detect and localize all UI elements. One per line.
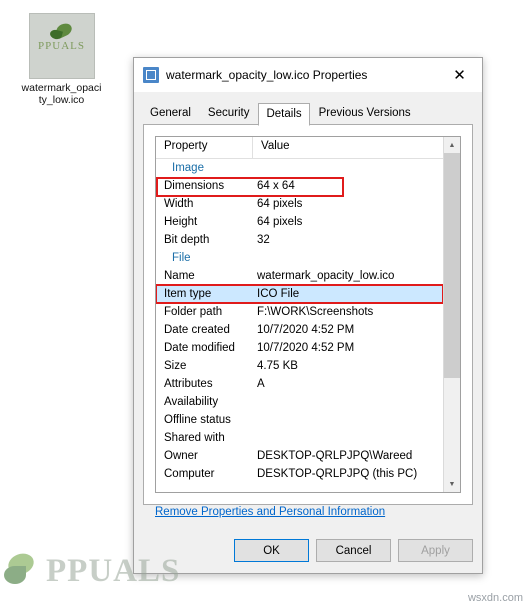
scrollbar-thumb[interactable] (444, 153, 460, 378)
property-value (253, 393, 443, 411)
file-properties-icon (143, 67, 159, 83)
property-name: Date created (164, 324, 230, 336)
properties-list-body: Property Value Image Dimensions 64 x 64 … (156, 137, 443, 492)
chevron-up-icon[interactable]: ▲ (444, 137, 460, 153)
table-row[interactable]: Dimensions 64 x 64 (156, 177, 443, 197)
table-row[interactable]: Date created 10/7/2020 4:52 PM (156, 321, 443, 339)
table-row[interactable]: Shared with (156, 429, 443, 447)
property-value: 64 pixels (257, 216, 303, 228)
table-row[interactable]: Computer DESKTOP-QRLPJPQ (this PC) (156, 465, 443, 483)
property-name: Attributes (164, 378, 213, 390)
property-value: 32 (257, 234, 270, 246)
watermark-brand-text: PPUALS (46, 552, 181, 589)
tab-previous-versions[interactable]: Previous Versions (311, 102, 419, 125)
table-row[interactable]: Height 64 pixels (156, 213, 443, 231)
property-value: DESKTOP-QRLPJPQ (this PC) (257, 468, 418, 480)
property-value (253, 429, 443, 447)
tab-general[interactable]: General (142, 102, 199, 125)
table-row[interactable]: Attributes A (156, 375, 443, 393)
table-row[interactable]: Owner DESKTOP-QRLPJPQ\Wareed (156, 447, 443, 465)
dialog-buttons: OK Cancel Apply (234, 539, 473, 562)
property-name: Owner (164, 450, 198, 462)
property-value: DESKTOP-QRLPJPQ\Wareed (257, 450, 413, 462)
property-value: 64 x 64 (257, 180, 295, 192)
dialog-title: watermark_opacity_low.ico Properties (166, 68, 368, 82)
table-row[interactable]: Folder path F:\WORK\Screenshots (156, 303, 443, 321)
tab-page-details: Property Value Image Dimensions 64 x 64 … (143, 124, 473, 505)
property-name: Height (164, 216, 198, 228)
column-header-property[interactable]: Property (156, 137, 253, 158)
table-row[interactable]: Availability (156, 393, 443, 411)
property-name: Dimensions (164, 180, 225, 192)
table-row[interactable]: Date modified 10/7/2020 4:52 PM (156, 339, 443, 357)
property-value: F:\WORK\Screenshots (257, 306, 374, 318)
desktop-icon-label: watermark_opaci ty_low.ico (21, 82, 102, 106)
apply-button: Apply (398, 539, 473, 562)
property-value: A (257, 378, 265, 390)
ok-button[interactable]: OK (234, 539, 309, 562)
property-value: 10/7/2020 4:52 PM (257, 324, 355, 336)
table-row[interactable]: Name watermark_opacity_low.ico (156, 267, 443, 285)
property-value: ICO File (257, 288, 300, 300)
cancel-button[interactable]: Cancel (316, 539, 391, 562)
property-name: Size (164, 360, 187, 372)
appuals-logo-icon (0, 548, 46, 594)
property-value: 64 pixels (257, 198, 303, 210)
group-header-file: File (172, 252, 191, 264)
property-value: watermark_opacity_low.ico (257, 270, 395, 282)
property-name: Computer (164, 468, 215, 480)
remove-properties-link[interactable]: Remove Properties and Personal Informati… (155, 506, 385, 518)
property-name: Bit depth (164, 234, 210, 246)
property-value: 10/7/2020 4:52 PM (257, 342, 355, 354)
group-header-image: Image (172, 162, 204, 174)
property-value: 4.75 KB (257, 360, 298, 372)
list-scrollbar[interactable]: ▲ ▼ (443, 137, 460, 492)
property-name: Width (164, 198, 194, 210)
property-name: Date modified (164, 342, 235, 354)
desktop-icon[interactable]: PPUALS watermark_opaci ty_low.ico (9, 13, 114, 106)
properties-dialog: watermark_opacity_low.ico Properties ✕ G… (133, 57, 483, 574)
close-icon[interactable]: ✕ (437, 59, 482, 92)
property-name: Shared with (164, 432, 225, 444)
tab-strip: General Security Details Previous Versio… (134, 102, 482, 126)
table-row[interactable]: Offline status (156, 411, 443, 429)
appuals-wordmark: PPUALS (38, 40, 85, 52)
column-header-value[interactable]: Value (253, 137, 443, 158)
watermark-appuals: PPUALS (0, 548, 180, 594)
table-row-selected[interactable]: Item type ICO File (156, 284, 443, 304)
property-name: Item type (164, 288, 212, 300)
tab-details[interactable]: Details (258, 103, 310, 126)
watermark-site: wsxdn.com (467, 592, 523, 604)
dialog-titlebar[interactable]: watermark_opacity_low.ico Properties ✕ (134, 58, 482, 93)
chevron-down-icon[interactable]: ▼ (444, 476, 460, 492)
properties-list: Property Value Image Dimensions 64 x 64 … (155, 136, 461, 493)
table-row[interactable]: Size 4.75 KB (156, 357, 443, 375)
table-row[interactable]: Bit depth 32 (156, 231, 443, 249)
tab-security[interactable]: Security (200, 102, 258, 125)
property-name: Offline status (164, 414, 231, 426)
property-value (253, 411, 443, 429)
table-row[interactable]: Width 64 pixels (156, 195, 443, 213)
desktop-icon-thumbnail: PPUALS (28, 13, 95, 79)
property-name: Name (164, 270, 195, 282)
property-name: Folder path (164, 306, 223, 318)
properties-list-header: Property Value (156, 137, 443, 159)
property-name: Availability (164, 396, 219, 408)
